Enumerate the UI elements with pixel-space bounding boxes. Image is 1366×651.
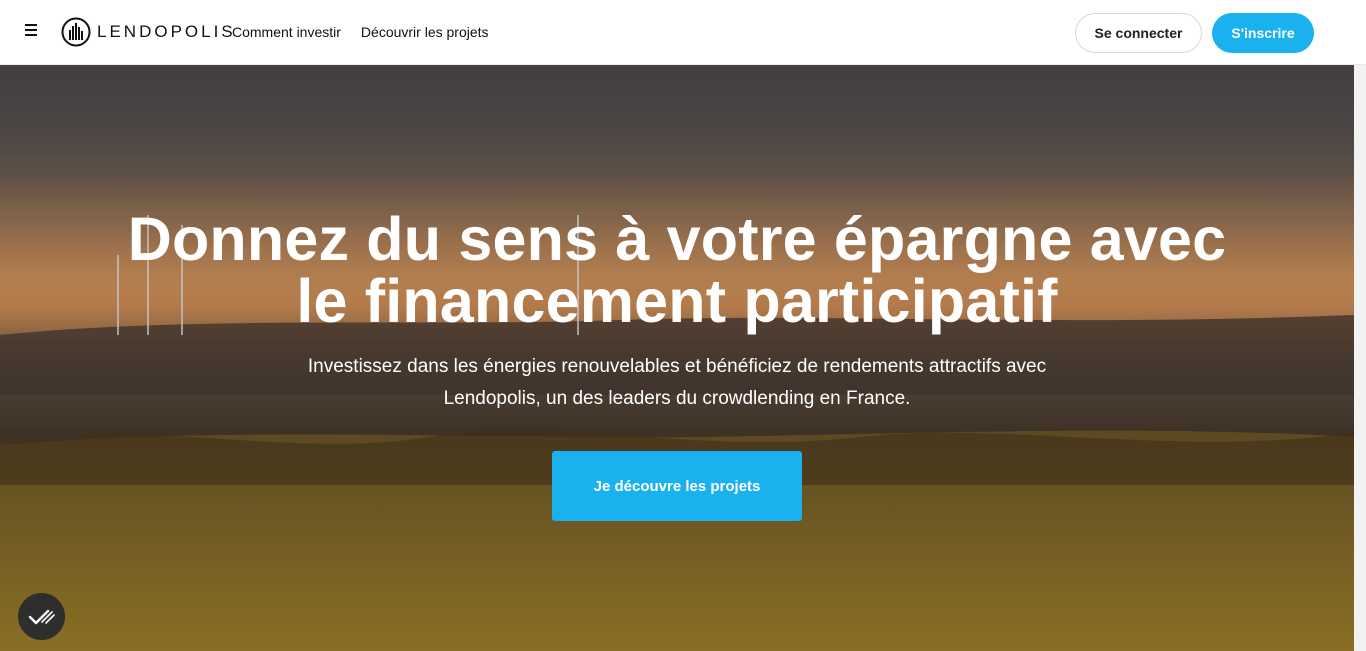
discover-projects-button[interactable]: Je découvre les projets xyxy=(552,451,802,521)
logo-mark-icon xyxy=(61,17,91,47)
nav-decouvrir-projets[interactable]: Découvrir les projets xyxy=(361,24,489,40)
hamburger-menu-icon[interactable] xyxy=(22,24,40,42)
hero-title-line-1: Donnez du sens à votre épargne avec xyxy=(127,205,1227,273)
hero-subtitle-line-1: Investissez dans les énergies renouvelab… xyxy=(307,356,1047,377)
hero-title: Donnez du sens à votre épargne avec le f… xyxy=(0,208,1354,332)
top-header: LENDOPOLIS Comment investir Découvrir le… xyxy=(0,0,1366,65)
hero-title-line-2: le financement participatif xyxy=(296,267,1058,335)
checkmarks-icon xyxy=(28,609,55,624)
nav-comment-investir[interactable]: Comment investir xyxy=(232,24,341,40)
logo-text: LENDOPOLIS xyxy=(97,22,236,41)
login-button[interactable]: Se connecter xyxy=(1075,13,1202,53)
hero-section: Donnez du sens à votre épargne avec le f… xyxy=(0,65,1354,651)
page-scrollbar[interactable] xyxy=(1354,65,1366,651)
hero-subtitle-line-2: Lendopolis, un des leaders du crowdlendi… xyxy=(443,388,911,409)
signup-button[interactable]: S'inscrire xyxy=(1212,13,1314,53)
logo[interactable]: LENDOPOLIS xyxy=(61,17,236,47)
main-nav: Comment investir Découvrir les projets xyxy=(232,24,489,40)
hero-subtitle: Investissez dans les énergies renouvelab… xyxy=(0,351,1354,415)
cookie-consent-button[interactable] xyxy=(18,593,65,640)
